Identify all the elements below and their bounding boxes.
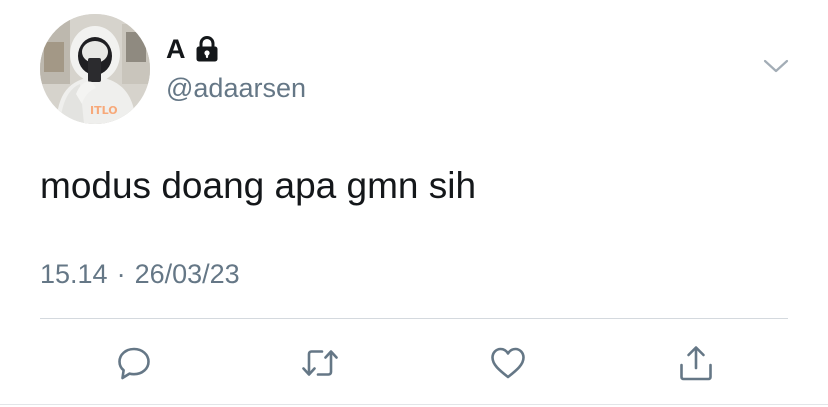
user-handle[interactable]: @adaarsen	[166, 71, 306, 105]
chevron-down-icon[interactable]	[762, 56, 790, 76]
tweet-text: modus doang apa gmn sih	[40, 165, 477, 206]
svg-text:ITLO: ITLO	[90, 104, 118, 117]
heart-icon	[489, 345, 527, 381]
share-button[interactable]	[676, 343, 716, 383]
bottom-divider	[0, 404, 828, 405]
tweet-time: 15.14	[40, 259, 108, 289]
avatar[interactable]: ITLO	[40, 14, 150, 124]
action-divider	[40, 318, 788, 319]
reply-button[interactable]	[114, 343, 154, 383]
like-button[interactable]	[488, 343, 528, 383]
retweet-icon	[300, 344, 340, 382]
reply-icon	[115, 344, 153, 382]
display-name-row: A	[166, 33, 220, 65]
tweet-card: ITLO A @adaarsen modus doang apa gmn sih…	[0, 0, 828, 407]
display-name[interactable]: A	[166, 33, 186, 65]
retweet-button[interactable]	[300, 343, 340, 383]
avatar-photo: ITLO	[40, 14, 150, 124]
share-icon	[677, 343, 715, 383]
tweet-date: 26/03/23	[134, 259, 240, 289]
tweet-timestamp[interactable]: 15.14 · 26/03/23	[40, 256, 240, 292]
meta-separator: ·	[116, 259, 126, 289]
lock-icon	[194, 35, 220, 63]
